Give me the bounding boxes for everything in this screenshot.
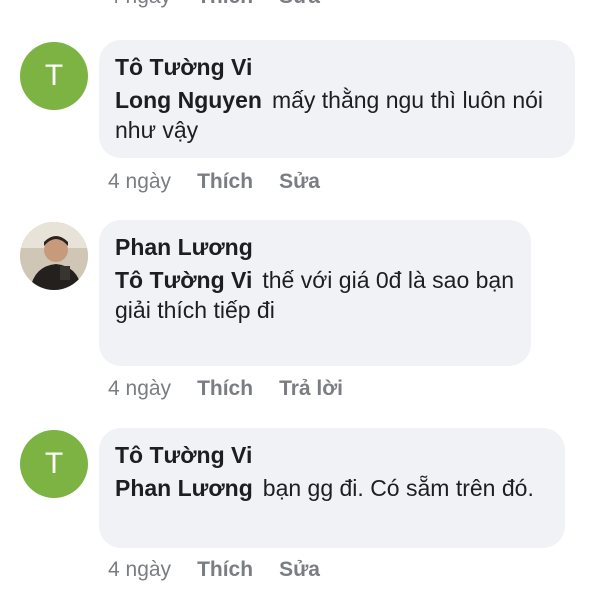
comment-bubble: Tô Tường Vi Phan Lương bạn gg đi. Có sẵm … bbox=[99, 428, 565, 548]
comment-author[interactable]: Tô Tường Vi bbox=[115, 441, 549, 469]
comment-time[interactable]: 4 ngày bbox=[108, 376, 171, 402]
like-button[interactable]: Thích bbox=[197, 169, 253, 195]
comment-time[interactable]: 4 ngày bbox=[108, 0, 171, 10]
comment-author[interactable]: Tô Tường Vi bbox=[115, 53, 559, 81]
comment-body: bạn gg đi. Có sẵm trên đó. bbox=[262, 475, 534, 501]
comment-text: Long Nguyen mấy thằng ngu thì luôn nói nh… bbox=[115, 85, 559, 145]
comment-actions: 4 ngày Thích Trả lời bbox=[108, 376, 343, 402]
top-comment-actions: 4 ngày Thích Sửa bbox=[108, 0, 320, 10]
like-button[interactable]: Thích bbox=[197, 557, 253, 583]
mention-link[interactable]: Tô Tường Vi bbox=[115, 267, 252, 293]
comment-bubble: Tô Tường Vi Long Nguyen mấy thằng ngu thì… bbox=[99, 40, 575, 158]
reply-button[interactable]: Trả lời bbox=[279, 376, 343, 402]
edit-button[interactable]: Sửa bbox=[279, 557, 320, 583]
avatar[interactable]: T bbox=[20, 42, 88, 110]
comment-text: Tô Tường Vi thế với giá 0đ là sao bạn giả… bbox=[115, 265, 515, 325]
avatar[interactable]: T bbox=[20, 430, 88, 498]
profile-photo-icon bbox=[20, 222, 88, 290]
comment-author[interactable]: Phan Lương bbox=[115, 233, 515, 261]
comment-time[interactable]: 4 ngày bbox=[108, 557, 171, 583]
edit-button[interactable]: Sửa bbox=[279, 0, 320, 10]
comment-thread: 4 ngày Thích Sửa T Tô Tường Vi Long Nguy… bbox=[0, 0, 600, 600]
comment-text: Phan Lương bạn gg đi. Có sẵm trên đó. bbox=[115, 473, 549, 503]
like-button[interactable]: Thích bbox=[197, 0, 253, 10]
like-button[interactable]: Thích bbox=[197, 376, 253, 402]
comment-bubble: Phan Lương Tô Tường Vi thế với giá 0đ là … bbox=[99, 220, 531, 366]
mention-link[interactable]: Long Nguyen bbox=[115, 87, 262, 113]
avatar[interactable] bbox=[20, 222, 88, 290]
comment-actions: 4 ngày Thích Sửa bbox=[108, 557, 320, 583]
comment-time[interactable]: 4 ngày bbox=[108, 169, 171, 195]
mention-link[interactable]: Phan Lương bbox=[115, 475, 253, 501]
comment-actions: 4 ngày Thích Sửa bbox=[108, 169, 320, 195]
avatar-letter: T bbox=[44, 59, 64, 92]
edit-button[interactable]: Sửa bbox=[279, 169, 320, 195]
avatar-letter: T bbox=[44, 447, 64, 480]
